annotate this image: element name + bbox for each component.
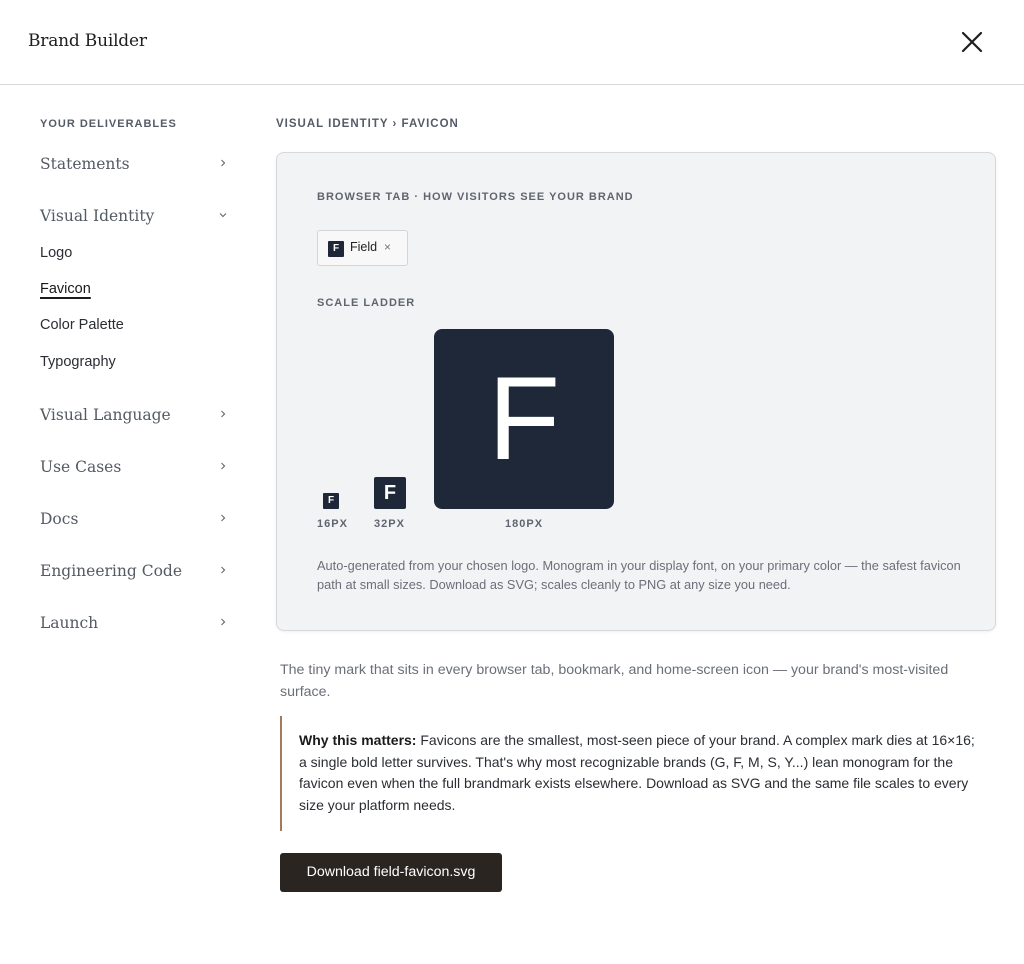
sidebar-section-statements[interactable]: Statements [40,153,230,179]
chevron-right-icon [221,514,226,522]
sidebar-item-favicon[interactable]: Favicon [40,281,91,297]
tab-close-icon: × [384,240,392,254]
browser-tab-preview: F Field × [317,230,408,266]
sidebar-section-label: Visual Identity [40,207,155,225]
browser-tab-label: BROWSER TAB · HOW VISITORS SEE YOUR BRAN… [317,191,634,203]
sidebar-section-docs[interactable]: Docs [40,508,230,534]
download-svg-button[interactable]: Download field-favicon.svg [280,853,502,892]
chevron-down-icon [219,213,227,218]
sidebar-section-launch[interactable]: Launch [40,612,230,638]
sidebar-heading: YOUR DELIVERABLES [40,118,177,130]
sidebar-section-visual-identity[interactable]: Visual Identity [40,205,230,231]
why-this-matters-callout: Why this matters: Favicons are the small… [280,716,990,831]
chevron-right-icon [221,566,226,574]
sidebar-item-logo[interactable]: Logo [40,245,72,261]
scale-ladder-label: SCALE LADDER [317,297,416,309]
favicon-preview-card: BROWSER TAB · HOW VISITORS SEE YOUR BRAN… [276,152,996,631]
callout-lead: Why this matters: [299,732,417,748]
chevron-right-icon [221,410,226,418]
close-icon[interactable] [958,28,986,56]
size-label-16: 16PX [317,518,348,530]
favicon-32px: F [374,477,406,509]
top-bar: Brand Builder [0,0,1024,85]
favicon-16px: F [323,493,339,509]
app-title: Brand Builder [28,31,147,51]
sidebar-section-label: Engineering Code [40,562,182,580]
chevron-right-icon [221,618,226,626]
sidebar-section-label: Launch [40,614,99,632]
size-label-180: 180PX [505,518,544,530]
card-note: Auto-generated from your chosen logo. Mo… [317,558,961,592]
size-label-32: 32PX [374,518,405,530]
sidebar-item-color-palette[interactable]: Color Palette [40,317,124,333]
sidebar-section-use-cases[interactable]: Use Cases [40,456,230,482]
chevron-right-icon [221,159,226,167]
sidebar-item-typography[interactable]: Typography [40,354,116,370]
sidebar-section-label: Visual Language [40,406,171,424]
tab-title: Field [350,240,378,254]
tab-favicon: F [328,241,344,257]
chevron-right-icon [221,462,226,470]
sidebar-section-visual-language[interactable]: Visual Language [40,404,230,430]
sidebar-section-label: Docs [40,510,79,528]
intro-text: The tiny mark that sits in every browser… [280,662,949,700]
favicon-180px: F [434,329,614,509]
sidebar-section-engineering-code[interactable]: Engineering Code [40,560,230,586]
sidebar-section-label: Statements [40,155,130,173]
sidebar-section-label: Use Cases [40,458,122,476]
breadcrumb: VISUAL IDENTITY › FAVICON [276,118,459,130]
